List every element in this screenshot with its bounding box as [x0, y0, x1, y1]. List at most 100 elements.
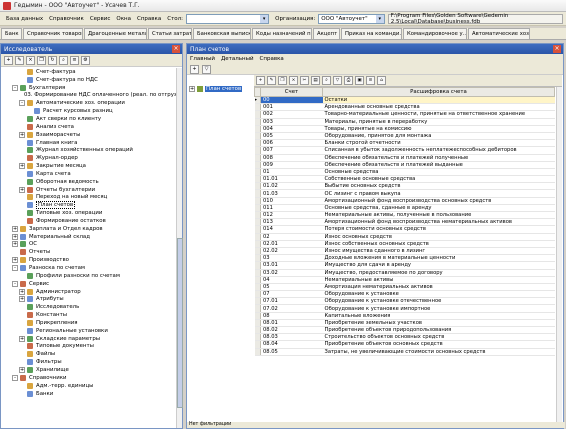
- tab-bank-statement[interactable]: Банковская выписка: [193, 28, 251, 39]
- account-description-cell[interactable]: Имущество для сдачи в аренду: [322, 261, 555, 270]
- account-code-cell[interactable]: 08: [260, 312, 323, 320]
- cut-icon[interactable]: ✂: [300, 76, 309, 85]
- tree-item[interactable]: + Материальный склад: [1, 233, 177, 241]
- account-description-cell[interactable]: Обеспечение обязательств и платежей полу…: [322, 154, 555, 162]
- desk-select[interactable]: ▾: [186, 13, 270, 24]
- table-row[interactable]: 08.03 Строительство объектов основных сре…: [254, 333, 555, 342]
- account-description-cell[interactable]: Приобретение земельных участков: [322, 319, 555, 328]
- account-code-cell[interactable]: 07: [260, 290, 323, 299]
- column-header-description[interactable]: Расшифровка счета: [322, 87, 555, 97]
- filter-icon[interactable]: ▽: [202, 64, 211, 74]
- tab-auto-operations[interactable]: Автоматические хоз...: [468, 28, 530, 39]
- account-code-cell[interactable]: 00: [260, 96, 323, 105]
- new-icon[interactable]: +: [256, 76, 265, 85]
- collapse-icon[interactable]: -: [19, 100, 25, 107]
- account-description-cell[interactable]: Товарно-материальные ценности, принятые …: [322, 110, 555, 119]
- table-row[interactable]: 003 Материалы, принятые в переработку: [254, 118, 555, 126]
- new-icon[interactable]: +: [190, 64, 199, 74]
- menu-database[interactable]: База данных: [3, 16, 46, 22]
- lock-icon[interactable]: ▣: [355, 76, 364, 85]
- account-description-cell[interactable]: Основные средства, сданные в аренду: [322, 204, 555, 213]
- copy-icon[interactable]: ❐: [37, 55, 46, 65]
- table-row[interactable]: 02.01 Износ собственных основных средств: [254, 240, 555, 248]
- settings-icon[interactable]: ⚙: [81, 55, 90, 65]
- column-header-account[interactable]: Счет: [260, 87, 323, 97]
- tab-travel-certificate[interactable]: Командировочное у...: [403, 28, 467, 39]
- table-row[interactable]: 012 Нематериальные активы, полученные в п…: [254, 211, 555, 220]
- tree-item[interactable]: Журнал-ордер: [1, 154, 177, 162]
- menu-windows[interactable]: Окна: [113, 16, 134, 22]
- account-code-cell[interactable]: 02.01: [260, 240, 323, 248]
- refresh-icon[interactable]: ↻: [48, 55, 57, 65]
- tree-item[interactable]: + Складские параметры: [1, 335, 177, 343]
- tree-item[interactable]: + Атрибуты: [1, 295, 177, 303]
- organization-select[interactable]: ООО "Автоучет" ▾: [318, 13, 385, 24]
- explorer-scrollbar[interactable]: [176, 68, 183, 428]
- paste-icon[interactable]: ▤: [311, 76, 320, 85]
- account-description-cell[interactable]: Доходные вложения в материальные ценност…: [322, 254, 555, 263]
- table-row[interactable]: 07.01 Оборудование к установке отечествен…: [254, 297, 555, 306]
- account-description-cell[interactable]: Основные средства: [322, 168, 555, 177]
- table-row[interactable]: 08.04 Приобретение объектов основных сред…: [254, 340, 555, 349]
- account-description-cell[interactable]: Оборудование к установке импортное: [322, 304, 555, 313]
- tab-travel-order[interactable]: Приказ на команди...: [341, 28, 402, 39]
- account-description-cell[interactable]: Потеря стоимости основных средств: [322, 225, 555, 234]
- tree-item[interactable]: Файлы: [1, 350, 177, 358]
- account-code-cell[interactable]: 08.02: [260, 326, 323, 335]
- account-description-cell[interactable]: Списанная в убыток задолженность неплате…: [322, 146, 555, 155]
- account-description-cell[interactable]: ОС лизинг с правом выкупа: [322, 189, 555, 198]
- table-row[interactable]: 011 Основные средства, сданные в аренду: [254, 204, 555, 213]
- account-code-cell[interactable]: 005: [260, 132, 323, 141]
- account-code-cell[interactable]: 02.02: [260, 247, 323, 256]
- account-description-cell[interactable]: Остатки: [322, 96, 555, 105]
- table-row[interactable]: 002 Товарно-материальные ценности, принят…: [254, 110, 555, 119]
- table-row[interactable]: 02 Износ основных средств: [254, 233, 555, 241]
- account-description-cell[interactable]: Оборудование к установке отечественное: [322, 297, 555, 306]
- tree-item[interactable]: + Администратор: [1, 288, 177, 296]
- tree-item[interactable]: Банки: [1, 390, 177, 398]
- account-code-cell[interactable]: 08.05: [260, 348, 323, 356]
- chart-tree-root[interactable]: + План счетов: [189, 86, 249, 92]
- table-row[interactable]: 01.02 Выбытие основных средств: [254, 182, 555, 191]
- tree-item[interactable]: Карта счета: [1, 170, 177, 178]
- account-code-cell[interactable]: 006: [260, 139, 323, 148]
- collapse-icon[interactable]: -: [12, 374, 18, 381]
- tab-acceptance[interactable]: Акцепт: [313, 28, 340, 39]
- table-row[interactable]: 04 Нематериальные активы: [254, 276, 555, 284]
- tree-item[interactable]: Счет-фактура по НДС: [1, 76, 177, 84]
- tree-item[interactable]: Формирование остатков: [1, 217, 177, 225]
- table-row[interactable]: 03 Доходные вложения в материальные ценно…: [254, 254, 555, 263]
- tree-item[interactable]: Типовые хоз. операции: [1, 209, 177, 217]
- account-code-cell[interactable]: 010: [260, 197, 323, 205]
- table-row[interactable]: 07.02 Оборудование к установке импортное: [254, 304, 555, 313]
- print-icon[interactable]: ⎙: [344, 76, 353, 85]
- tree-item[interactable]: - Автоматические хоз. операции: [1, 99, 177, 107]
- tree-item[interactable]: Оборотная ведомость: [1, 178, 177, 186]
- account-description-cell[interactable]: Износ собственных основных средств: [322, 240, 555, 248]
- table-row[interactable]: 006 Бланки строгой отчетности: [254, 139, 555, 148]
- account-description-cell[interactable]: Строительство объектов основных средств: [322, 333, 555, 342]
- account-code-cell[interactable]: 07.01: [260, 297, 323, 306]
- table-row[interactable]: 013 Амортизационный фонд воспроизводства …: [254, 218, 555, 227]
- expand-icon[interactable]: +: [19, 131, 25, 138]
- tree-item[interactable]: + Зарплата и Отдел кадров: [1, 225, 177, 233]
- account-code-cell[interactable]: 03.02: [260, 269, 323, 277]
- menu-detail[interactable]: Детальный: [221, 56, 254, 62]
- account-code-cell[interactable]: 012: [260, 211, 323, 220]
- account-description-cell[interactable]: Износ основных средств: [322, 233, 555, 241]
- expand-icon[interactable]: +: [12, 233, 18, 240]
- expand-icon[interactable]: +: [19, 288, 25, 295]
- tab-goods-reference[interactable]: Справочник товаров...: [23, 28, 83, 39]
- tree-item[interactable]: План счетов: [1, 201, 177, 210]
- tree-item[interactable]: Главная книга: [1, 139, 177, 147]
- table-row[interactable]: 08.01 Приобретение земельных участков: [254, 319, 555, 328]
- account-code-cell[interactable]: 014: [260, 225, 323, 234]
- account-code-cell[interactable]: 008: [260, 154, 323, 162]
- tree-item[interactable]: Константы: [1, 311, 177, 319]
- table-row[interactable]: 05 Амортизация нематериальных активов: [254, 283, 555, 292]
- expand-icon[interactable]: +: [12, 225, 18, 232]
- table-row[interactable]: 03.01 Имущество для сдачи в аренду: [254, 261, 555, 270]
- tree-item[interactable]: Расчет курсовых разниц: [1, 107, 177, 115]
- tree-item[interactable]: + Взаиморасчеты: [1, 131, 177, 139]
- account-code-cell[interactable]: 03: [260, 254, 323, 263]
